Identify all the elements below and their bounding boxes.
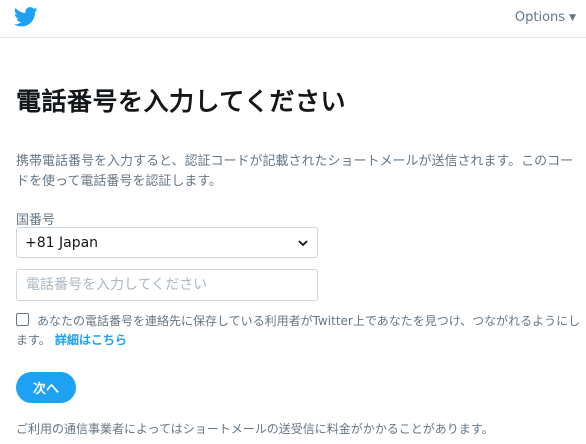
- country-code-label: 国番号: [16, 213, 56, 228]
- top-bar: Options ▼: [0, 0, 586, 38]
- details-link[interactable]: 詳細はこちら: [55, 333, 127, 347]
- options-menu-button[interactable]: Options ▼: [515, 10, 576, 25]
- description-text: 携帯電話番号を入力すると、認証コードが記載されたショートメールが送信されます。こ…: [16, 154, 574, 189]
- options-label: Options: [514, 10, 566, 25]
- next-button[interactable]: 次へ: [16, 372, 76, 403]
- page-title: 電話番号を入力してください: [16, 87, 347, 116]
- caret-down-icon: ▼: [569, 12, 576, 23]
- discoverability-checkbox[interactable]: [16, 313, 29, 326]
- country-code-value: +81 Japan: [25, 234, 99, 251]
- country-code-select[interactable]: +81 Japan: [16, 227, 318, 258]
- twitter-bird-icon[interactable]: [14, 7, 38, 27]
- carrier-fee-notice: ご利用の通信事業者によってはショートメールの送受信に料金がかかることがあります。: [16, 422, 494, 436]
- chevron-down-icon: [298, 239, 308, 246]
- phone-number-input[interactable]: [16, 269, 318, 301]
- discoverability-option: あなたの電話番号を連絡先に保存している利用者がTwitter上であなたを見つけ、…: [16, 312, 581, 350]
